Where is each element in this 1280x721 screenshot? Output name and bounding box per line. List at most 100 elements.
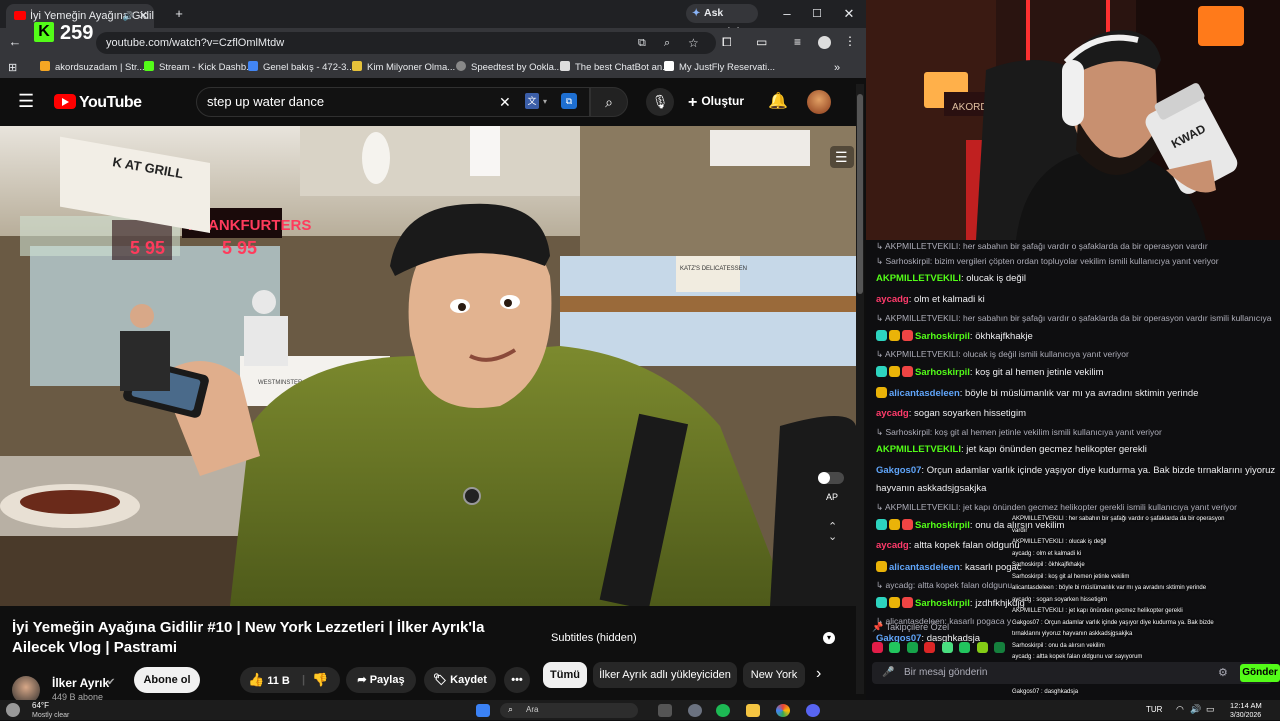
chat-username[interactable]: alicantasdeleen xyxy=(889,388,960,399)
language-indicator[interactable]: TUR xyxy=(1146,705,1162,715)
search-button[interactable]: ⌕ xyxy=(590,87,628,117)
chat-username[interactable]: Sarhoskirpil xyxy=(915,520,970,531)
emote-icon[interactable] xyxy=(889,642,901,653)
ai-search-icon[interactable]: ⧉ xyxy=(561,93,577,109)
youtube-logo[interactable]: YouTube xyxy=(54,94,142,112)
ask-gemini-button[interactable]: ✦ Ask Gemini xyxy=(686,4,758,38)
scrollbar-thumb[interactable] xyxy=(857,94,863,294)
more-actions-button[interactable]: ••• xyxy=(504,667,530,693)
emote-icon[interactable] xyxy=(959,642,971,653)
emote-icon[interactable] xyxy=(872,642,883,653)
bookmark-akordsuzadam[interactable]: akordsuzadam | Str... xyxy=(40,61,145,75)
dislike-button[interactable]: 👎 xyxy=(312,667,328,693)
bookmark-justfly[interactable]: My JustFly Reservati... xyxy=(664,61,775,75)
chat-username[interactable]: AKPMILLETVEKILI xyxy=(876,444,961,455)
weather-moon-icon[interactable] xyxy=(6,703,20,717)
overlay-chat-line: AKPMILLETVEKILI : her sabahın bir şafağı… xyxy=(1012,516,1225,522)
tab-close-icon[interactable]: ✕ xyxy=(139,4,148,28)
chips-next-icon[interactable]: › xyxy=(816,665,821,683)
chat-username[interactable]: Sarhoskirpil xyxy=(915,367,970,378)
like-button[interactable]: 👍 11 B xyxy=(248,672,290,687)
downloads-icon[interactable]: ≡ xyxy=(794,35,801,49)
cast-icon[interactable]: ⧉ xyxy=(638,32,646,54)
bookmark-chatbot[interactable]: The best ChatBot an... xyxy=(560,61,670,75)
omnibox[interactable]: youtube.com/watch?v=CzflOmlMtdw ⧉ ⌕ ☆ xyxy=(96,32,716,54)
file-explorer-icon[interactable] xyxy=(746,704,760,717)
bookmark-genel-bakis[interactable]: Genel bakış - 472-3... xyxy=(248,61,354,75)
hamburger-menu-icon[interactable]: ☰ xyxy=(18,91,34,112)
chevron-down-icon[interactable]: ▾ xyxy=(543,88,547,116)
extensions-icon[interactable]: ⧠ xyxy=(722,35,732,50)
save-button[interactable]: 🏷 Kaydet xyxy=(424,667,496,693)
chip-all[interactable]: Tümü xyxy=(543,662,587,688)
share-button[interactable]: ➦ Paylaş xyxy=(346,667,416,693)
bookmark-star-icon[interactable]: ☆ xyxy=(688,32,699,54)
app-icon[interactable] xyxy=(688,704,702,717)
more-bookmarks-icon[interactable]: » xyxy=(834,61,840,75)
emote-icon[interactable] xyxy=(924,642,936,653)
notifications-bell-icon[interactable]: 🔔 xyxy=(768,91,788,111)
send-button[interactable]: Gönder xyxy=(1240,664,1280,682)
chat-badge-icon xyxy=(876,519,887,530)
chat-username[interactable]: aycadg xyxy=(876,408,909,419)
taskbar-search[interactable]: ⌕ Ara xyxy=(500,703,638,718)
playlist-toggle-icon[interactable]: ☰ xyxy=(835,149,848,165)
new-tab-button[interactable]: + xyxy=(168,4,190,24)
bookmark-speedtest[interactable]: Speedtest by Ookla... xyxy=(456,61,562,75)
chat-username[interactable]: aycadg xyxy=(876,294,909,305)
bookmark-kim-milyoner[interactable]: Kim Milyoner Olma... xyxy=(352,61,455,75)
chevron-down-icon[interactable]: ⌄ xyxy=(828,531,837,543)
chip-new-york[interactable]: New York xyxy=(743,662,805,688)
bookmark-favicon-icon xyxy=(352,61,362,71)
spotify-icon[interactable] xyxy=(716,704,730,717)
emote-icon[interactable] xyxy=(994,642,1006,653)
task-view-icon[interactable] xyxy=(658,704,672,717)
chrome-icon[interactable] xyxy=(776,704,790,717)
clear-search-icon[interactable]: ✕ xyxy=(499,88,511,116)
speaker-icon[interactable]: 🔊 xyxy=(123,4,134,28)
maximize-button[interactable]: ☐ xyxy=(806,4,828,24)
subscribe-button[interactable]: Abone ol xyxy=(134,667,200,693)
windows-start-icon[interactable] xyxy=(476,704,490,717)
video-player[interactable]: FRANKFURTERS 5 95 5 95 K AT GRILL KATZ'S… xyxy=(0,126,856,606)
subtitles-dropdown[interactable]: Subtitles (hidden) ▾ xyxy=(543,626,839,650)
emote-icon[interactable] xyxy=(906,642,918,653)
chat-message-input[interactable]: 🎤 Bir mesaj gönderin xyxy=(872,662,1272,684)
profile-avatar[interactable] xyxy=(818,36,831,49)
clock-time[interactable]: 12:14 AM xyxy=(1230,701,1262,711)
discord-icon[interactable] xyxy=(806,704,820,717)
translate-icon[interactable]: 文 xyxy=(525,93,539,109)
back-icon[interactable]: ← xyxy=(4,32,26,52)
channel-avatar[interactable] xyxy=(12,676,40,700)
voice-search-button[interactable]: 🎙 xyxy=(646,88,674,116)
search-input[interactable]: step up water dance ✕ 文 ▾ ⧉ xyxy=(196,87,590,117)
chat-username[interactable]: Sarhoskirpil xyxy=(915,598,970,609)
chat-username[interactable]: Gakgos07 xyxy=(876,465,921,476)
thumbs-up-icon: 👍 xyxy=(248,672,265,687)
weather-temp[interactable]: 64°F xyxy=(32,701,49,711)
chat-username[interactable]: aycadg xyxy=(876,540,909,551)
bookmark-kick-dashboard[interactable]: Stream - Kick Dashb... xyxy=(144,61,254,75)
chat-settings-icon[interactable]: ⚙ xyxy=(1218,666,1228,679)
zoom-icon[interactable]: ⌕ xyxy=(664,32,670,54)
account-avatar[interactable] xyxy=(807,90,831,114)
emote-icon[interactable] xyxy=(941,642,953,653)
apps-grid-icon[interactable]: ⊞ xyxy=(8,61,17,75)
minimize-button[interactable]: – xyxy=(776,4,798,24)
mic-icon[interactable]: 🎤 xyxy=(882,662,894,684)
battery-icon[interactable]: ▭ xyxy=(1206,704,1215,714)
menu-icon[interactable]: ⋮ xyxy=(844,34,856,48)
page-scrollbar[interactable] xyxy=(856,84,864,694)
chip-from-uploader[interactable]: İlker Ayrık adlı yükleyiciden xyxy=(593,662,737,688)
volume-icon[interactable]: 🔊 xyxy=(1190,704,1201,714)
chat-username[interactable]: alicantasdeleen xyxy=(889,562,960,573)
sidepanel-icon[interactable]: ▭ xyxy=(756,35,767,49)
wifi-icon[interactable]: ◠ xyxy=(1176,704,1184,714)
emote-icon[interactable] xyxy=(976,642,988,653)
close-window-button[interactable]: ✕ xyxy=(838,4,860,24)
bookmark-favicon-icon xyxy=(664,61,674,71)
channel-name[interactable]: İlker Ayrık xyxy=(52,676,109,690)
chat-username[interactable]: AKPMILLETVEKILI xyxy=(876,273,961,284)
chat-username[interactable]: Sarhoskirpil xyxy=(915,331,970,342)
create-button[interactable]: + Oluştur xyxy=(688,94,744,112)
